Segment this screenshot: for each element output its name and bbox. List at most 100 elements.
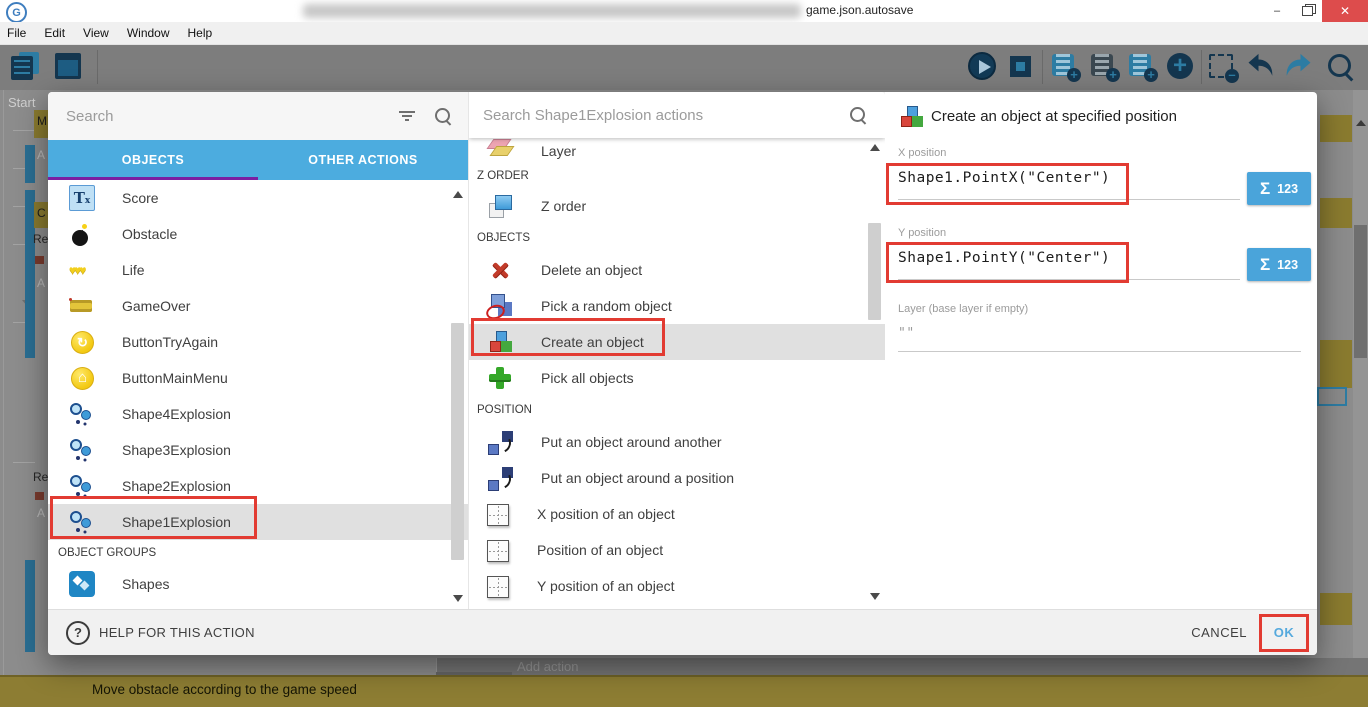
- cancel-button[interactable]: CANCEL: [1179, 615, 1259, 650]
- menu-file[interactable]: File: [0, 26, 35, 40]
- object-item-Shape2Explosion[interactable]: Shape2Explosion: [48, 468, 468, 504]
- field-underline: [898, 351, 1301, 352]
- tab-objects[interactable]: OBJECTS: [48, 140, 258, 180]
- object-item-GameOver[interactable]: GameOver: [48, 288, 468, 324]
- position-grid-icon: [487, 576, 509, 598]
- field-underline: [898, 199, 1240, 200]
- toolbar-separator: [1042, 50, 1043, 84]
- action-list-scrollbar-thumb[interactable]: [868, 223, 881, 320]
- object-group-item-Shapes[interactable]: Shapes: [48, 566, 468, 602]
- action-item[interactable]: Pick a random object: [469, 288, 885, 324]
- clipped-text: C: [37, 206, 46, 220]
- project-manager-icon[interactable]: [11, 52, 41, 82]
- object-item-label: Life: [122, 262, 145, 278]
- expression-editor-button[interactable]: Σ 123: [1247, 172, 1311, 205]
- bomb-icon: [69, 221, 95, 247]
- object-item-Life[interactable]: Life: [48, 252, 468, 288]
- debug-icon[interactable]: [1006, 52, 1036, 82]
- object-item-ButtonTryAgain[interactable]: ButtonTryAgain: [48, 324, 468, 360]
- action-item[interactable]: Delete an object: [469, 252, 885, 288]
- comment-row-fragment: [1320, 593, 1352, 625]
- action-editor-dialog: OBJECTS OTHER ACTIONS Score Obstacle Life G…: [48, 92, 1317, 655]
- object-search-input[interactable]: [48, 107, 368, 126]
- action-item[interactable]: Position of an object: [469, 532, 885, 568]
- ok-button-wrap: OK: [1259, 614, 1309, 652]
- object-item-label: GameOver: [122, 298, 190, 314]
- layer-input[interactable]: "": [898, 326, 1304, 348]
- action-item[interactable]: Y position of an object: [469, 568, 885, 604]
- object-item-Obstacle[interactable]: Obstacle: [48, 216, 468, 252]
- object-list-scrollbar-thumb[interactable]: [451, 323, 464, 560]
- scroll-up-icon[interactable]: [1356, 120, 1366, 126]
- undo-icon[interactable]: [1246, 52, 1278, 82]
- maximize-button[interactable]: [1292, 0, 1322, 22]
- add-comment-icon[interactable]: [1128, 52, 1158, 82]
- action-item[interactable]: Layer: [469, 138, 885, 164]
- remove-selection-icon[interactable]: [1208, 52, 1238, 82]
- play-icon[interactable]: [968, 52, 996, 80]
- action-item[interactable]: Create an object: [469, 324, 885, 360]
- object-item-Shape1Explosion[interactable]: Shape1Explosion: [48, 504, 468, 540]
- menu-view[interactable]: View: [74, 26, 118, 40]
- scroll-up-icon[interactable]: [453, 191, 463, 198]
- particles-icon: [69, 401, 95, 427]
- clipped-text: M: [37, 114, 47, 128]
- layer-field-group: Layer (base layer if empty) "": [898, 303, 1304, 352]
- action-item-label: Z order: [541, 198, 586, 214]
- filter-icon[interactable]: [398, 111, 416, 121]
- x-position-input[interactable]: Shape1.PointX("Center"): [898, 170, 1304, 192]
- action-item[interactable]: Put an object around a position: [469, 460, 885, 496]
- help-button[interactable]: ? HELP FOR THIS ACTION: [66, 621, 255, 645]
- events-scrollbar-track[interactable]: [1353, 90, 1368, 658]
- object-list: Score Obstacle Life GameOver ButtonTryAgainB…: [48, 180, 468, 540]
- object-selector-column: OBJECTS OTHER ACTIONS Score Obstacle Life G…: [48, 92, 468, 610]
- object-item-label: Shape1Explosion: [122, 514, 231, 530]
- object-item-label: Shape4Explosion: [122, 406, 231, 422]
- focused-field-fragment: [1317, 387, 1347, 406]
- retry-button-icon: [69, 329, 95, 355]
- sigma-icon: Σ: [1260, 255, 1270, 275]
- window-title: game.json.autosave: [806, 3, 913, 17]
- events-scrollbar-thumb[interactable]: [1354, 225, 1367, 358]
- scroll-down-icon[interactable]: [453, 595, 463, 602]
- add-circle-icon[interactable]: [1166, 52, 1196, 82]
- add-event-icon[interactable]: [1051, 52, 1081, 82]
- action-item[interactable]: Put an object around another: [469, 424, 885, 460]
- add-sub-event-icon[interactable]: [1090, 52, 1120, 82]
- expression-editor-button[interactable]: Σ 123: [1247, 248, 1311, 281]
- sigma-icon: Σ: [1260, 179, 1270, 199]
- close-button[interactable]: ✕: [1322, 0, 1368, 22]
- object-item-label: Obstacle: [122, 226, 177, 242]
- minimize-button[interactable]: –: [1262, 0, 1292, 22]
- action-item-label: Position of an object: [537, 542, 663, 558]
- tab-other-actions[interactable]: OTHER ACTIONS: [258, 140, 468, 180]
- action-item-label: Pick all objects: [541, 370, 634, 386]
- clipped-text: A: [37, 506, 45, 520]
- scroll-up-icon[interactable]: [870, 144, 880, 151]
- scroll-down-icon[interactable]: [870, 593, 880, 600]
- toolbar-search-icon[interactable]: [1326, 52, 1356, 82]
- action-search-input[interactable]: [469, 106, 825, 125]
- y-position-input[interactable]: Shape1.PointY("Center"): [898, 250, 1304, 272]
- clipped-text: A: [37, 276, 45, 290]
- position-grid-icon: [487, 504, 509, 526]
- object-item-Score[interactable]: Score: [48, 180, 468, 216]
- object-item-ButtonMainMenu[interactable]: ButtonMainMenu: [48, 360, 468, 396]
- action-header: Create an object at specified position: [898, 104, 1177, 128]
- action-item[interactable]: Z order: [469, 188, 885, 224]
- redo-icon[interactable]: [1283, 52, 1315, 82]
- action-item-label: Layer: [541, 143, 576, 159]
- field-label: X position: [898, 147, 1304, 159]
- ok-button[interactable]: OK: [1274, 625, 1295, 640]
- object-item-Shape4Explosion[interactable]: Shape4Explosion: [48, 396, 468, 432]
- action-item[interactable]: X position of an object: [469, 496, 885, 532]
- action-item[interactable]: Pick all objects: [469, 360, 885, 396]
- add-action-label: Add action: [517, 659, 578, 674]
- menu-help[interactable]: Help: [179, 26, 222, 40]
- object-item-Shape3Explosion[interactable]: Shape3Explosion: [48, 432, 468, 468]
- action-item-label: X position of an object: [537, 506, 675, 522]
- menu-window[interactable]: Window: [118, 26, 179, 40]
- action-section-header: OBJECTS: [469, 224, 885, 252]
- scene-editor-icon[interactable]: [55, 52, 85, 82]
- menu-edit[interactable]: Edit: [35, 26, 74, 40]
